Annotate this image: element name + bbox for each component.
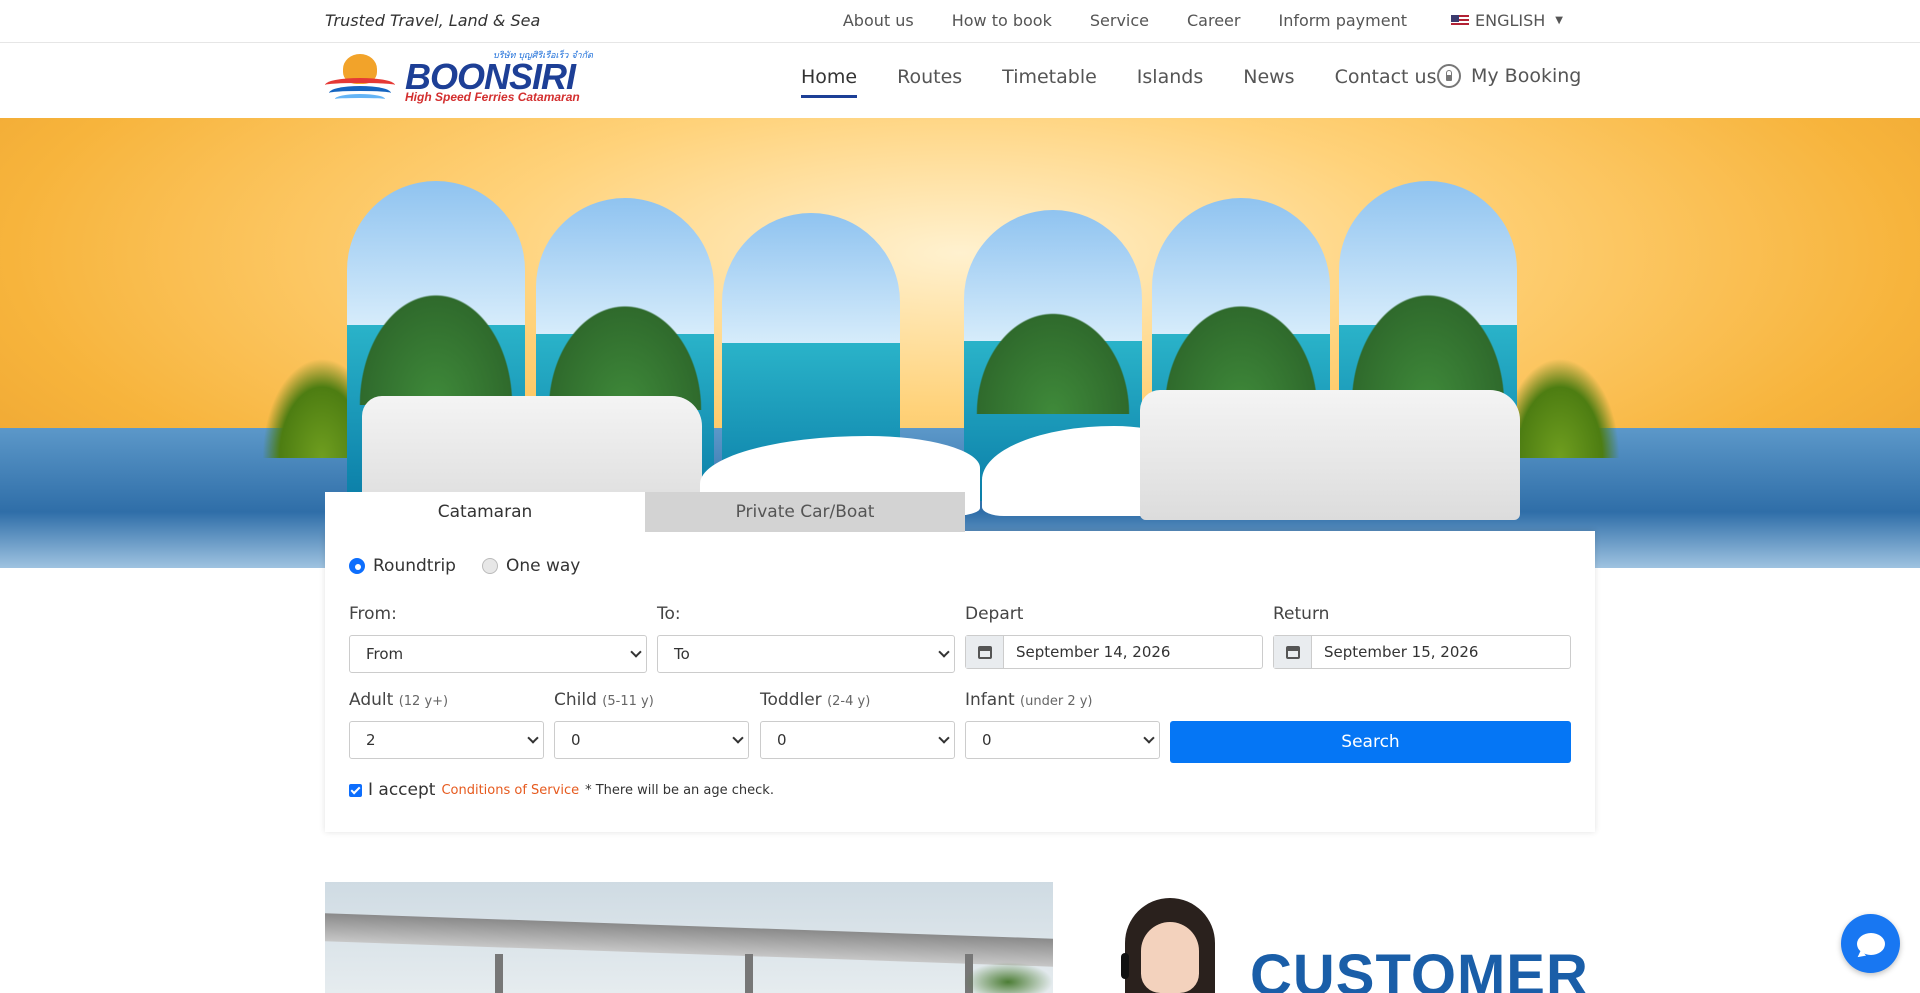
adult-age-note: (12 y+) [398, 694, 449, 709]
depart-date-field[interactable]: September 14, 2026 [965, 635, 1263, 669]
infant-select[interactable]: 0 [965, 721, 1160, 759]
terminal-image [325, 882, 1053, 993]
top-link-career[interactable]: Career [1187, 11, 1240, 30]
infant-label: Infant (under 2 y) [965, 690, 1093, 710]
to-label: To: [657, 604, 681, 624]
nav-timetable[interactable]: Timetable [1002, 66, 1097, 98]
to-select[interactable]: To [657, 635, 955, 673]
depart-label: Depart [965, 604, 1024, 624]
customer-service-agent-image [1115, 898, 1225, 993]
nav-news[interactable]: News [1243, 66, 1294, 98]
caret-down-icon: ▼ [1555, 15, 1563, 26]
nav-contact-us[interactable]: Contact us [1335, 66, 1437, 98]
return-calendar-button[interactable] [1274, 636, 1312, 668]
chevron-down-icon [527, 732, 539, 744]
toddler-label-text: Toddler [760, 690, 822, 710]
calendar-icon [977, 645, 992, 659]
chevron-down-icon [938, 732, 950, 744]
child-select-value: 0 [571, 731, 581, 749]
radio-unselected-icon [481, 558, 498, 574]
top-link-about-us[interactable]: About us [843, 11, 914, 30]
tab-private-car-boat[interactable]: Private Car/Boat [645, 492, 965, 532]
from-select-value: From [366, 645, 404, 663]
child-select[interactable]: 0 [554, 721, 749, 759]
one-way-radio[interactable]: One way [481, 556, 581, 576]
chevron-down-icon [1143, 732, 1155, 744]
radio-selected-icon [349, 558, 365, 574]
adult-select-value: 2 [366, 731, 376, 749]
toddler-select[interactable]: 0 [760, 721, 955, 759]
roundtrip-label: Roundtrip [373, 556, 456, 576]
from-label: From: [349, 604, 397, 624]
top-links: About us How to book Service Career Info… [805, 11, 1563, 30]
adult-label-text: Adult [349, 690, 394, 710]
infant-label-text: Infant [965, 690, 1015, 710]
nav-home[interactable]: Home [801, 66, 858, 98]
logo-subtitle: High Speed Ferries Catamaran [405, 90, 580, 104]
top-link-service[interactable]: Service [1090, 11, 1149, 30]
trip-type-group: Roundtrip One way [349, 556, 580, 576]
roundtrip-radio[interactable]: Roundtrip [349, 556, 456, 576]
tab-catamaran[interactable]: Catamaran [325, 492, 645, 532]
depart-calendar-button[interactable] [966, 636, 1004, 668]
adult-label: Adult (12 y+) [349, 690, 448, 710]
accept-conditions-row: I accept Conditions of Service * There w… [349, 780, 774, 800]
infant-select-value: 0 [982, 731, 992, 749]
one-way-label: One way [505, 556, 581, 576]
dolphin-logo-icon [325, 54, 395, 106]
chat-button[interactable] [1841, 914, 1900, 973]
accept-checkbox[interactable] [349, 783, 362, 797]
chat-bubble-icon [1856, 932, 1885, 955]
booking-tabs: Catamaran Private Car/Boat [325, 492, 965, 532]
age-check-note: * There will be an age check. [585, 782, 774, 798]
my-booking-label: My Booking [1471, 65, 1582, 87]
nav-islands[interactable]: Islands [1137, 66, 1203, 98]
lock-icon [1437, 64, 1461, 88]
logo[interactable]: บริษัท บุญศิริเรือเร็ว จำกัด BOONSIRI Hi… [325, 48, 605, 108]
to-select-value: To [674, 645, 690, 663]
tagline: Trusted Travel, Land & Sea [325, 11, 541, 30]
us-flag-icon [1451, 14, 1469, 27]
my-booking-link[interactable]: My Booking [1437, 64, 1581, 88]
adult-select[interactable]: 2 [349, 721, 544, 759]
top-bar: Trusted Travel, Land & Sea About us How … [0, 0, 1920, 43]
customer-service-headline: CUSTOMER [1250, 943, 1589, 993]
chevron-down-icon [732, 732, 744, 744]
return-date-field[interactable]: September 15, 2026 [1273, 635, 1571, 669]
nav-routes[interactable]: Routes [897, 66, 962, 98]
toddler-age-note: (2-4 y) [827, 694, 871, 709]
toddler-label: Toddler (2-4 y) [760, 690, 870, 710]
accept-label: I accept [368, 780, 436, 800]
language-selector[interactable]: ENGLISH ▼ [1451, 11, 1563, 30]
top-link-inform-payment[interactable]: Inform payment [1278, 11, 1407, 30]
chevron-down-icon [630, 646, 642, 658]
child-label-text: Child [554, 690, 597, 710]
child-label: Child (5-11 y) [554, 690, 654, 710]
language-label: ENGLISH [1475, 11, 1546, 30]
return-label: Return [1273, 604, 1330, 624]
top-link-how-to-book[interactable]: How to book [952, 11, 1052, 30]
return-date-value: September 15, 2026 [1324, 643, 1479, 661]
chevron-down-icon [938, 646, 950, 658]
bus-image [1140, 390, 1520, 520]
infant-age-note: (under 2 y) [1020, 694, 1093, 709]
main-nav: Home Routes Timetable Islands News Conta… [801, 66, 1476, 98]
calendar-icon [1285, 645, 1300, 659]
toddler-select-value: 0 [777, 731, 787, 749]
from-select[interactable]: From [349, 635, 647, 673]
child-age-note: (5-11 y) [602, 694, 654, 709]
conditions-of-service-link[interactable]: Conditions of Service [441, 783, 579, 798]
depart-date-value: September 14, 2026 [1016, 643, 1171, 661]
search-button[interactable]: Search [1170, 721, 1571, 763]
